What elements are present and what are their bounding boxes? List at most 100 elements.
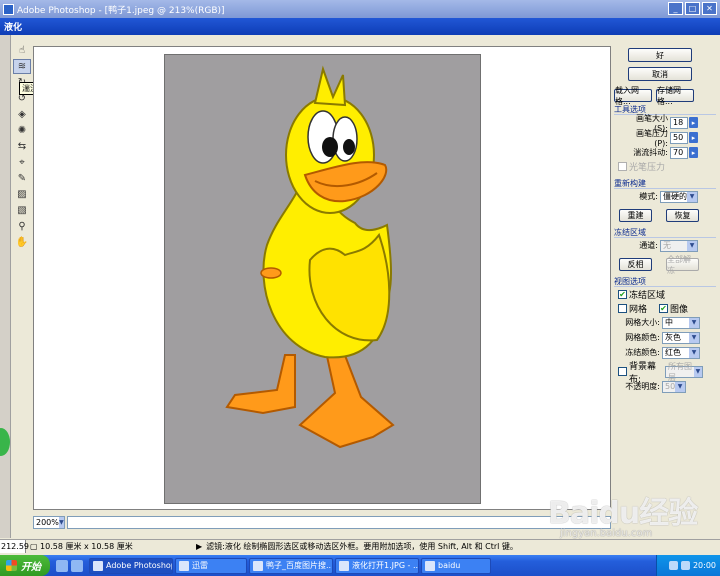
turbulent-jitter-arrow-icon[interactable]: ▸ xyxy=(689,147,698,158)
task-photoshop[interactable]: Adobe Photoshop ... xyxy=(89,557,173,574)
reflection-tool-icon[interactable]: ⌖ xyxy=(13,155,31,170)
thaw-all-button[interactable]: 全部解冻 xyxy=(666,255,699,275)
backdrop-checkbox[interactable] xyxy=(618,367,627,376)
brush-size-arrow-icon[interactable]: ▸ xyxy=(689,117,698,128)
freeze-mask-icon[interactable]: ▨ xyxy=(13,187,31,202)
cancel-button[interactable]: 取消 xyxy=(628,67,692,81)
status-zoom[interactable]: 212.59 xyxy=(0,539,29,553)
dialog-title: 液化 xyxy=(4,23,23,33)
mode-label: 模式: xyxy=(639,192,658,201)
duck-feet xyxy=(225,343,395,449)
freeze-color-label: 冻结颜色: xyxy=(625,348,660,357)
network-tray-icon[interactable] xyxy=(668,561,678,570)
warp-tool-icon[interactable]: ☝ xyxy=(13,43,31,58)
chevron-down-icon[interactable]: ▼ xyxy=(689,332,699,343)
document-size: 10.58 厘米 x 10.58 厘米 xyxy=(40,541,133,551)
dialog-titlebar: 液化 xyxy=(0,18,720,35)
xunlei-task-icon xyxy=(179,560,189,571)
left-window-edge xyxy=(0,35,11,538)
mesh-label: 网格 xyxy=(629,304,648,315)
close-button[interactable]: ✕ xyxy=(702,2,717,15)
image-viewer-task-icon xyxy=(339,560,349,571)
ie-browser-icon[interactable] xyxy=(71,559,83,572)
chevron-down-icon[interactable]: ▼ xyxy=(693,366,702,377)
liquify-toolbar: ☝ ≋ ↻ ↺ ◈ ✺ ⇆ ⌖ ✎ ▨ ▧ ⚲ ✋ xyxy=(13,43,31,251)
quick-launch xyxy=(56,559,83,572)
app-titlebar: Adobe Photoshop - [鸭子1.jpeg @ 213%(RGB)]… xyxy=(0,0,720,18)
liquify-distortion xyxy=(260,267,282,279)
chevron-down-icon[interactable]: ▼ xyxy=(689,317,699,328)
volume-tray-icon[interactable] xyxy=(680,561,690,570)
chevron-down-icon[interactable]: ▼ xyxy=(675,381,685,392)
chevron-down-icon[interactable]: ▼ xyxy=(689,347,699,358)
photoshop-app-icon xyxy=(3,3,14,15)
frozen-areas-label: 冻结区域 xyxy=(629,290,666,301)
chevron-down-icon[interactable]: ▼ xyxy=(58,516,64,528)
pucker-tool-icon[interactable]: ◈ xyxy=(13,107,31,122)
frozen-areas-checkbox[interactable]: ✔ xyxy=(618,289,627,299)
revert-button[interactable]: 恢复 xyxy=(666,209,699,222)
minimize-button[interactable]: _ xyxy=(668,2,683,15)
show-desktop-icon[interactable] xyxy=(56,559,68,572)
invert-button[interactable]: 反相 xyxy=(619,258,652,271)
preview-canvas[interactable] xyxy=(33,46,611,510)
chevron-down-icon[interactable]: ▼ xyxy=(687,240,697,251)
zoom-row: 200% ▼ xyxy=(33,515,611,529)
backdrop-value: 所有图层 xyxy=(668,361,692,382)
baidu-watermark: Baidu经验 jingyan.baidu.com xyxy=(548,488,708,550)
task-label: baidu xyxy=(438,561,461,570)
opacity-select[interactable]: 50 ▼ xyxy=(662,380,686,393)
channel-select[interactable]: 无 ▼ xyxy=(660,239,698,252)
zoom-tool-icon[interactable]: ⚲ xyxy=(13,219,31,234)
folder-task-icon xyxy=(425,560,435,571)
shift-pixels-icon[interactable]: ⇆ xyxy=(13,139,31,154)
freeze-color-value: 红色 xyxy=(665,348,681,357)
start-button[interactable]: 开始 xyxy=(0,555,50,576)
task-baidu-image-search[interactable]: 鸭子_百度图片搜... xyxy=(249,557,333,574)
options-panel: 好 取消 载入网格... 存储网格... 工具选项 画笔大小(S): 18 ▸ … xyxy=(614,46,716,394)
task-label: Adobe Photoshop ... xyxy=(106,561,173,570)
backdrop-select[interactable]: 所有图层 ▼ xyxy=(665,362,703,382)
reconstruct-heading: 重新构建 xyxy=(614,178,716,189)
system-tray: 20:00 xyxy=(656,555,720,576)
reconstruct-tool-icon[interactable]: ✎ xyxy=(13,171,31,186)
zoom-info-field xyxy=(67,515,611,529)
stylus-pressure-checkbox[interactable] xyxy=(618,162,627,171)
thaw-mask-icon[interactable]: ▧ xyxy=(13,203,31,218)
turbulence-tool-icon[interactable]: ≋ xyxy=(13,59,31,74)
hand-tool-icon[interactable]: ✋ xyxy=(13,235,31,250)
mode-select[interactable]: 僵硬的 ▼ xyxy=(660,190,698,203)
brush-pressure-label: 画笔压力(P): xyxy=(636,128,668,148)
brush-pressure-input[interactable]: 50 xyxy=(670,131,688,144)
zoom-value: 200% xyxy=(36,517,59,527)
view-options-heading: 视图选项 xyxy=(614,276,716,287)
status-message: 滤镜:液化 绘制椭圆形选区或移动选区外框。要用附加选项，使用 Shift, Al… xyxy=(206,541,518,551)
brush-pressure-arrow-icon[interactable]: ▸ xyxy=(689,132,698,143)
watermark-url: jingyan.baidu.com xyxy=(560,528,653,539)
mesh-size-value: 中 xyxy=(665,318,673,327)
brush-size-input[interactable]: 18 xyxy=(670,116,688,129)
channel-label: 通道: xyxy=(639,241,658,250)
chevron-down-icon[interactable]: ▼ xyxy=(687,191,697,202)
mesh-size-select[interactable]: 中 ▼ xyxy=(662,316,700,329)
ok-button[interactable]: 好 xyxy=(628,48,692,62)
bloat-tool-icon[interactable]: ✺ xyxy=(13,123,31,138)
save-mesh-button[interactable]: 存储网格... xyxy=(656,86,694,106)
maximize-button[interactable]: □ xyxy=(685,2,700,15)
mesh-checkbox[interactable] xyxy=(618,303,627,313)
turbulent-jitter-input[interactable]: 70 xyxy=(670,146,688,159)
zoom-select[interactable]: 200% ▼ xyxy=(33,515,65,529)
duck-image[interactable] xyxy=(164,54,481,504)
load-mesh-button[interactable]: 载入网格... xyxy=(614,86,652,106)
task-liquify-image[interactable]: 液化打开1.JPG - ... xyxy=(335,557,419,574)
task-xunlei[interactable]: 迅雷 xyxy=(175,557,247,574)
opacity-value: 50 xyxy=(665,382,676,391)
mesh-color-select[interactable]: 灰色 ▼ xyxy=(662,331,700,344)
freeze-color-select[interactable]: 红色 ▼ xyxy=(662,346,700,359)
reconstruct-button[interactable]: 重建 xyxy=(619,209,652,222)
play-arrow-icon[interactable]: ▶ xyxy=(196,542,202,551)
task-baidu-folder[interactable]: baidu xyxy=(421,557,491,574)
freeze-area-heading: 冻结区域 xyxy=(614,227,716,238)
windows-logo-icon xyxy=(6,560,17,571)
image-checkbox[interactable]: ✔ xyxy=(659,303,668,313)
